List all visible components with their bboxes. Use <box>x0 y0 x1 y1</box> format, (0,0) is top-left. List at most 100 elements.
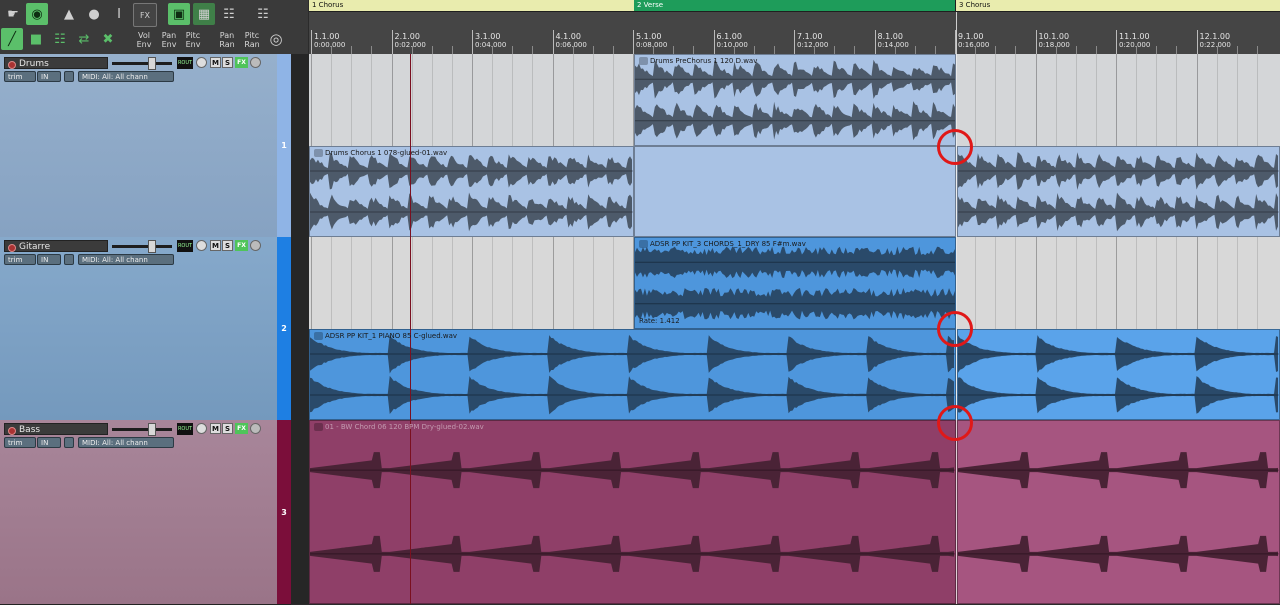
ruler-beat-tick <box>1015 46 1017 54</box>
record-arm-icon[interactable] <box>8 244 16 252</box>
pitch-env-button[interactable]: Pitc Env <box>182 31 204 49</box>
text-cursor-icon[interactable]: I <box>108 3 130 25</box>
fx-chain-button[interactable]: FX <box>235 423 248 434</box>
phase-button[interactable] <box>250 240 261 251</box>
monitor-icon[interactable] <box>64 71 74 82</box>
metronome-icon[interactable]: ▲ <box>58 3 80 25</box>
ruler-beat-tick <box>934 46 936 54</box>
split-icon[interactable]: ☷ <box>49 28 71 50</box>
volume-fader[interactable] <box>112 428 172 431</box>
item-edit-icon[interactable]: ╱ <box>1 28 23 50</box>
region-marker[interactable]: 3 Chorus <box>956 0 1280 11</box>
mute-button[interactable]: M <box>210 57 221 68</box>
trim-icon[interactable]: ■ <box>25 28 47 50</box>
record-arm-icon[interactable] <box>8 61 16 69</box>
track-number-strip: 2 <box>277 237 291 421</box>
item-label: Drums PreChorus 1 120 D.wav <box>639 57 757 65</box>
monitor-icon[interactable] <box>64 254 74 265</box>
region-marker[interactable]: 2 Verse <box>634 0 955 11</box>
track-header-gitarre[interactable]: Gitarre ROUT M S FX trim IN MIDI: All: A… <box>0 237 277 421</box>
midi-input-dropdown[interactable]: MIDI: All: All chann <box>78 437 174 448</box>
track-name-field[interactable]: Bass <box>4 423 108 435</box>
edit-cursor[interactable] <box>410 54 411 604</box>
record-arm-icon[interactable] <box>8 427 16 435</box>
ruler-beat-tick <box>1156 46 1158 54</box>
pitch-random-button[interactable]: Pitc Ran <box>241 31 263 49</box>
pan-knob[interactable] <box>196 423 207 434</box>
waveform <box>635 59 955 141</box>
track-lane-gitarre[interactable]: ADSR PP KIT_3 CHORDS_1_DRY 85 F#m.wav Ra… <box>309 237 1280 420</box>
item-label: Drums Chorus 1 078-glued-01.wav <box>314 149 447 157</box>
midi-input-dropdown[interactable]: MIDI: All: All chann <box>78 71 174 82</box>
trim-dropdown[interactable]: trim <box>4 437 36 448</box>
grid-icon[interactable]: ▦ <box>193 3 215 25</box>
volume-fader-knob[interactable] <box>148 423 156 436</box>
track-header-drums[interactable]: Drums ROUT M S FX trim IN MIDI: All: All… <box>0 54 277 238</box>
main-toolbar: ☛ ◉ ▲ ● I FX ▣ ▦ ☷ ☷ ╱ ■ ☷ ⇄ ✖ Vol Env Pa… <box>0 0 308 55</box>
track-lane-drums[interactable]: Drums PreChorus 1 120 D.wav Drums Chorus… <box>309 54 1280 237</box>
solo-button[interactable]: S <box>222 240 233 251</box>
envelope-lock-icon[interactable]: ☷ <box>218 3 240 25</box>
timeline-ruler[interactable]: 1.1.00 0:00.000 2.1.00 0:02.000 3.1.00 0:04.0… <box>309 12 1280 55</box>
track-header-bass[interactable]: Bass ROUT M S FX trim IN MIDI: All: All … <box>0 420 277 605</box>
ruler-label: 3.1.00 0:04.000 <box>475 32 507 49</box>
track-name-field[interactable]: Drums <box>4 57 108 69</box>
track-lane-bass[interactable]: 01 - BW Chord 06 120 BPM Dry-glued-02.wa… <box>309 420 1280 604</box>
arrange-view[interactable]: 1 Chorus 2 Verse 3 Chorus 1.1.00 0:00.000… <box>309 0 1280 604</box>
io-routing-icon[interactable]: ROUT <box>177 240 193 252</box>
media-item-empty[interactable] <box>634 146 956 237</box>
fx-chain-button[interactable]: FX <box>235 57 248 68</box>
monitor-icon[interactable] <box>64 437 74 448</box>
track-name-field[interactable]: Gitarre <box>4 240 108 252</box>
solo-button[interactable]: S <box>222 423 233 434</box>
input-dropdown[interactable]: IN <box>37 254 61 265</box>
phase-button[interactable] <box>250 423 261 434</box>
media-item[interactable]: Drums Chorus 1 078-glued-01.wav <box>309 146 634 237</box>
pan-random-button[interactable]: Pan Ran <box>216 31 238 49</box>
ruler-beat-tick <box>1075 46 1077 54</box>
settings-dial-icon[interactable]: ◎ <box>265 28 287 50</box>
media-item[interactable]: ADSR PP KIT_1 PIANO 85 C-glued.wav <box>309 329 956 420</box>
media-item[interactable]: 01 - BW Chord 06 120 BPM Dry-glued-02.wa… <box>309 420 956 604</box>
input-dropdown[interactable]: IN <box>37 437 61 448</box>
pan-knob[interactable] <box>196 57 207 68</box>
region-marker[interactable]: 1 Chorus <box>309 0 634 11</box>
media-item[interactable] <box>957 329 1280 420</box>
record-icon[interactable]: ● <box>83 3 105 25</box>
phase-button[interactable] <box>250 57 261 68</box>
volume-fader[interactable] <box>112 245 172 248</box>
track-number-strip: 3 <box>277 420 291 605</box>
input-dropdown[interactable]: IN <box>37 71 61 82</box>
volume-fader[interactable] <box>112 62 172 65</box>
snap-icon[interactable]: ▣ <box>168 3 190 25</box>
volume-fader-knob[interactable] <box>148 57 156 70</box>
media-item[interactable]: ADSR PP KIT_3 CHORDS_1_DRY 85 F#m.wav Ra… <box>634 237 956 329</box>
trim-dropdown[interactable]: trim <box>4 71 36 82</box>
midi-input-dropdown[interactable]: MIDI: All: All chann <box>78 254 174 265</box>
volume-fader-knob[interactable] <box>148 240 156 253</box>
fx-button[interactable]: FX <box>133 3 157 27</box>
track-number-strip: 1 <box>277 54 291 238</box>
trim-dropdown[interactable]: trim <box>4 254 36 265</box>
io-routing-icon[interactable]: ROUT <box>177 423 193 435</box>
midi-editor-icon[interactable]: ☷ <box>252 3 274 25</box>
pan-env-button[interactable]: Pan Env <box>158 31 180 49</box>
ruler-beat-tick <box>854 46 856 54</box>
fx-chain-button[interactable]: FX <box>235 240 248 251</box>
mute-button[interactable]: M <box>210 240 221 251</box>
loop-icon[interactable]: ⇄ <box>73 28 95 50</box>
mute-button[interactable]: M <box>210 423 221 434</box>
pan-knob[interactable] <box>196 240 207 251</box>
waveform <box>958 335 1279 414</box>
region-boundary-line <box>956 12 957 604</box>
io-routing-icon[interactable]: ROUT <box>177 57 193 69</box>
media-item[interactable]: Drums PreChorus 1 120 D.wav <box>634 54 956 146</box>
solo-button[interactable]: S <box>222 57 233 68</box>
cursor-tool-icon[interactable]: ☛ <box>2 3 24 25</box>
vol-env-button[interactable]: Vol Env <box>133 31 155 49</box>
media-item[interactable] <box>957 420 1280 604</box>
media-item[interactable] <box>957 146 1280 237</box>
ruler-beat-tick <box>693 46 695 54</box>
crossfade-icon[interactable]: ✖ <box>97 28 119 50</box>
ripple-edit-icon[interactable]: ◉ <box>26 3 48 25</box>
